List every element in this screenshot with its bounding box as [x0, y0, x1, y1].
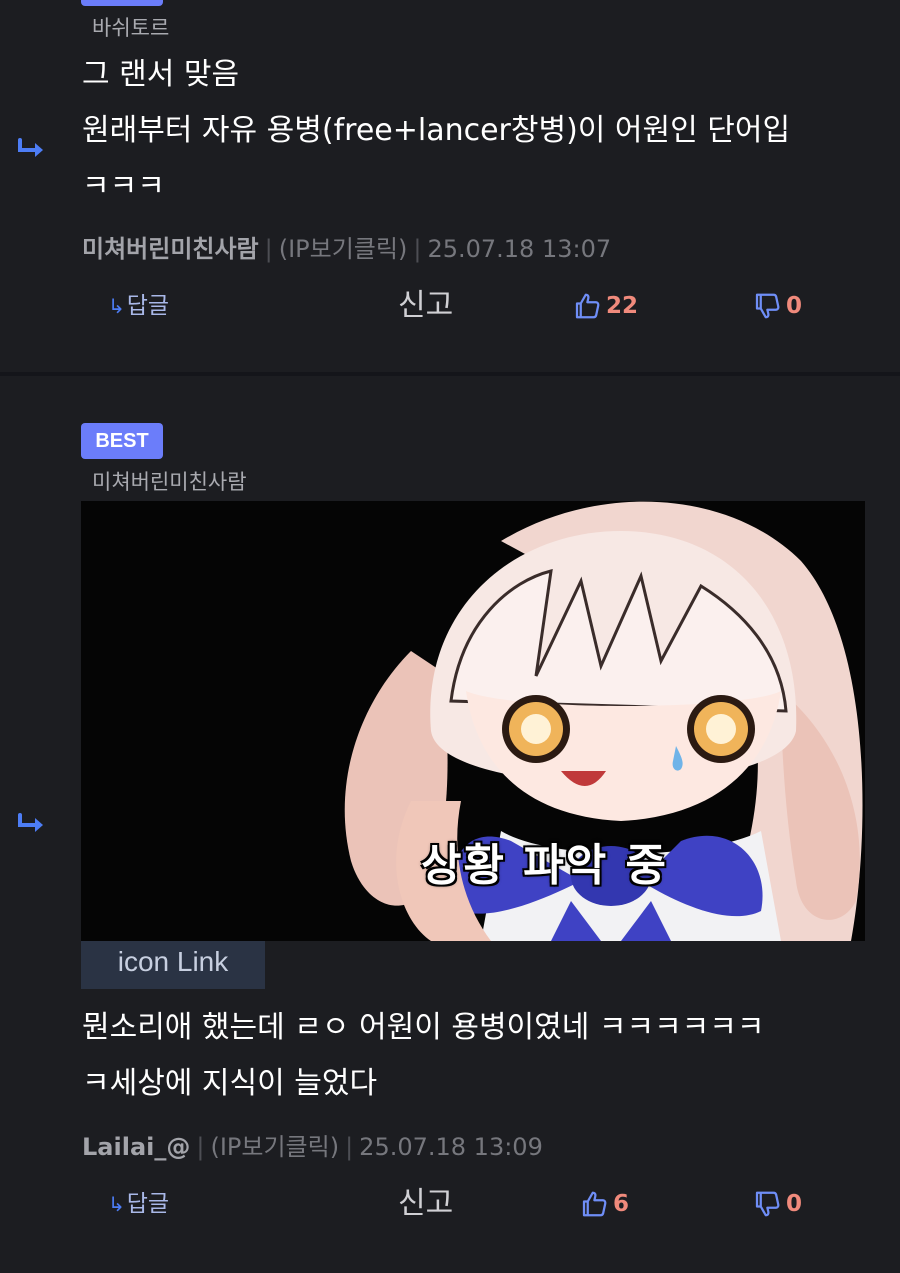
thumbs-down-icon — [755, 293, 780, 319]
comment-body: 뭔소리애 했는데 ㄹㅇ 어원이 용병이였네 ㅋㅋㅋㅋㅋㅋ ㅋ세상에 지식이 늘었… — [82, 1000, 872, 1112]
timestamp: 25.07.18 13:07 — [427, 235, 612, 263]
comment-body: 그 랜서 맞음 원래부터 자유 용병(free+lancer창병)이 어원인 단… — [82, 47, 872, 215]
reply-arrow-icon: ↳ — [108, 294, 125, 318]
comment-actions: ↳ 답글 신고 22 0 — [0, 286, 900, 326]
image-caption: 상황 파악 중 — [421, 840, 669, 891]
ip-view-link[interactable]: (IP보기클릭) — [279, 235, 408, 263]
reply-arrow-icon: ↳ — [108, 1192, 125, 1216]
report-button[interactable]: 신고 — [398, 286, 453, 326]
meta-separator: | — [196, 1133, 205, 1161]
comment-line: ㅋ세상에 지식이 늘었다 — [82, 1066, 378, 1101]
like-button[interactable]: 6 — [579, 1184, 629, 1224]
meta-separator: | — [264, 235, 273, 263]
comment: 바쉬토르 그 랜서 맞음 원래부터 자유 용병(free+lancer창병)이 … — [0, 0, 900, 372]
report-button[interactable]: 신고 — [398, 1184, 453, 1224]
reply-arrow-icon — [18, 813, 43, 832]
reply-button[interactable]: ↳ 답글 — [108, 1184, 169, 1224]
comment-line: 원래부터 자유 용병(free+lancer창병)이 어원인 단어입 — [82, 113, 791, 148]
reply-to-username[interactable]: 바쉬토르 — [92, 12, 169, 42]
reply-to-username[interactable]: 미쳐버린미친사람 — [92, 466, 247, 496]
icon-link-button[interactable]: icon Link — [81, 941, 265, 989]
reply-button[interactable]: ↳ 답글 — [108, 286, 169, 326]
dislike-count: 0 — [786, 293, 803, 319]
reply-label: 답글 — [126, 293, 170, 319]
timestamp: 25.07.18 13:09 — [359, 1133, 543, 1161]
ip-view-link[interactable]: (IP보기클릭) — [210, 1133, 339, 1161]
dislike-count: 0 — [786, 1191, 803, 1217]
dislike-button[interactable]: 0 — [752, 1184, 802, 1224]
author-name[interactable]: 미쳐버린미친사람 — [82, 235, 259, 263]
like-button[interactable]: 22 — [572, 286, 638, 326]
thumbs-up-icon — [582, 1191, 607, 1217]
comment: BEST 미쳐버린미친사람 상황 파악 중 icon Link 뭔소리애 했는데… — [0, 376, 900, 1273]
comment-meta: Lailai_@ | (IP보기클릭) | 25.07.18 13:09 — [82, 1127, 543, 1162]
best-badge: BEST — [81, 423, 163, 459]
like-count: 22 — [606, 293, 639, 319]
thumbs-up-icon — [575, 293, 600, 319]
comment-line: 그 랜서 맞음 — [82, 57, 240, 92]
embedded-image[interactable]: 상황 파악 중 — [81, 501, 865, 941]
reply-label: 답글 — [126, 1191, 170, 1217]
like-count: 6 — [613, 1191, 630, 1217]
reply-arrow-icon — [18, 138, 43, 157]
comment-actions: ↳ 답글 신고 6 0 — [0, 1184, 900, 1224]
badge-partial — [81, 0, 163, 6]
meta-separator: | — [413, 235, 422, 263]
author-name[interactable]: Lailai_@ — [82, 1133, 190, 1161]
comment-meta: 미쳐버린미친사람 | (IP보기클릭) | 25.07.18 13:07 — [82, 229, 611, 264]
comment-line: ㅋㅋㅋ — [82, 169, 165, 204]
dislike-button[interactable]: 0 — [752, 286, 802, 326]
meta-separator: | — [345, 1133, 354, 1161]
thumbs-down-icon — [755, 1191, 780, 1217]
comment-line: 뭔소리애 했는데 ㄹㅇ 어원이 용병이였네 ㅋㅋㅋㅋㅋㅋ — [82, 1010, 765, 1045]
